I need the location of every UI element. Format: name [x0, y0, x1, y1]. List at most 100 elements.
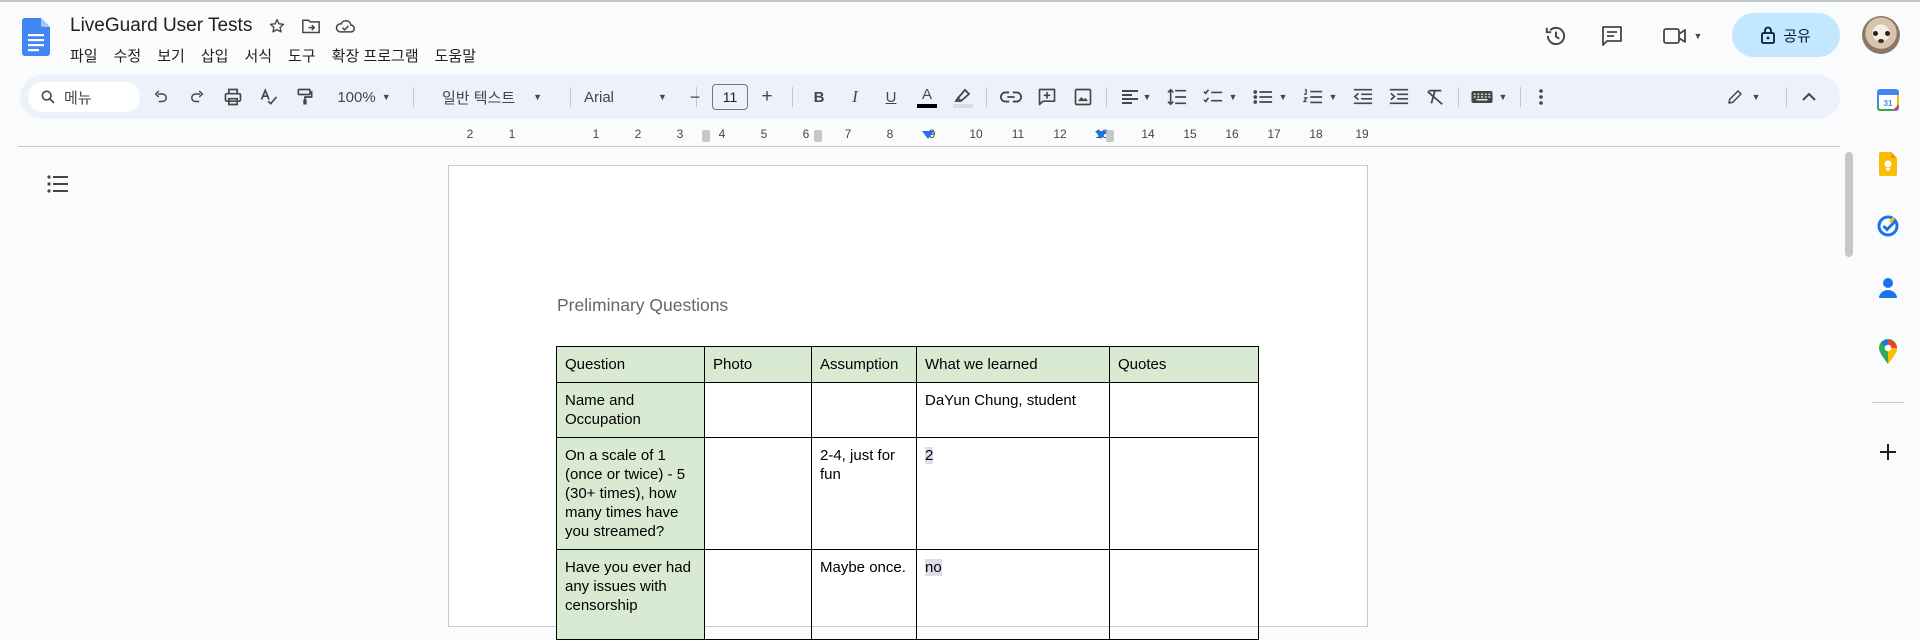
more-options-button[interactable] [1526, 75, 1556, 119]
table-cell[interactable] [1109, 437, 1259, 550]
increase-indent-button[interactable] [1384, 75, 1414, 119]
tasks-icon[interactable] [1872, 210, 1904, 242]
menu-tools[interactable]: 도구 [280, 43, 324, 68]
vertical-scrollbar[interactable] [1845, 152, 1853, 257]
editing-mode-button[interactable]: ▼ [1720, 75, 1766, 119]
decrease-indent-button[interactable] [1348, 75, 1378, 119]
move-folder-icon[interactable] [300, 15, 322, 37]
menu-edit[interactable]: 수정 [106, 43, 150, 68]
document-title[interactable]: LiveGuard User Tests [68, 14, 254, 38]
toolbar-divider [986, 87, 987, 107]
menu-search-input[interactable]: 메뉴 [28, 82, 140, 112]
table-cell[interactable] [704, 437, 812, 550]
ruler-label: 2 [634, 127, 642, 141]
hide-menus-button[interactable] [1794, 75, 1824, 119]
table-cell[interactable]: Have you ever had any issues with censor… [556, 549, 705, 640]
star-icon[interactable] [266, 15, 288, 37]
bold-button[interactable]: B [804, 75, 834, 119]
docs-logo-icon[interactable] [22, 18, 50, 56]
menu-help[interactable]: 도움말 [427, 43, 484, 68]
document-outline-icon[interactable] [46, 172, 70, 196]
style-select[interactable]: 일반 텍스트 ▼ [422, 75, 562, 119]
comments-button[interactable] [1592, 16, 1632, 56]
undo-button[interactable] [146, 75, 176, 119]
ruler-divider [18, 146, 1840, 147]
add-icon[interactable] [1872, 436, 1904, 468]
bulleted-list-button[interactable]: ▼ [1248, 75, 1292, 119]
undo-icon [154, 90, 167, 103]
add-comment-button[interactable] [1032, 75, 1062, 119]
meet-button[interactable]: ▼ [1654, 16, 1710, 56]
ruler-label: 4 [718, 127, 726, 141]
line-spacing-button[interactable] [1162, 75, 1192, 119]
ruler-indent-marker[interactable] [1095, 131, 1107, 139]
maps-icon[interactable] [1872, 336, 1904, 368]
insert-link-button[interactable] [996, 75, 1026, 119]
calendar-icon[interactable]: 31 [1872, 84, 1904, 116]
table-header-cell[interactable]: What we learned [916, 346, 1110, 383]
italic-button[interactable]: I [840, 75, 870, 119]
table-cell[interactable]: no [916, 549, 1110, 640]
menu-view[interactable]: 보기 [149, 43, 193, 68]
ruler-column-marker[interactable] [1106, 130, 1114, 142]
table-header-cell[interactable]: Photo [704, 346, 812, 383]
numbered-list-icon [1302, 89, 1322, 104]
side-panel-divider [1872, 402, 1904, 403]
highlighter-icon [953, 88, 973, 108]
keep-icon[interactable] [1872, 148, 1904, 180]
clear-formatting-button[interactable] [1420, 75, 1450, 119]
table-header-cell[interactable]: Quotes [1109, 346, 1259, 383]
text-color-button[interactable]: A [912, 75, 942, 119]
table-cell[interactable] [811, 382, 917, 438]
font-size-input[interactable]: 11 [712, 84, 748, 110]
decrease-font-size-button[interactable]: − [682, 75, 708, 119]
insert-image-button[interactable] [1068, 75, 1098, 119]
document-page[interactable]: Preliminary Questions Question Photo Ass… [448, 165, 1368, 640]
table-cell[interactable] [1109, 382, 1259, 438]
input-tools-button[interactable]: ▼ [1466, 75, 1512, 119]
menu-format[interactable]: 서식 [236, 43, 280, 68]
table-header-cell[interactable]: Assumption [811, 346, 917, 383]
menu-extensions[interactable]: 확장 프로그램 [324, 43, 427, 68]
align-button[interactable]: ▼ [1116, 75, 1156, 119]
table-cell[interactable] [1109, 549, 1259, 640]
table-header-cell[interactable]: Question [556, 346, 705, 383]
paint-format-button[interactable] [290, 75, 320, 119]
table-cell[interactable]: On a scale of 1 (once or twice) - 5 (30+… [556, 437, 705, 550]
chevron-down-icon: ▼ [1328, 92, 1338, 102]
table-cell[interactable]: Name and Occupation [556, 382, 705, 438]
menu-bar: 파일 수정 보기 삽입 서식 도구 확장 프로그램 도움말 [62, 43, 484, 68]
questions-table[interactable]: Question Photo Assumption What we learne… [556, 346, 1259, 640]
table-cell[interactable]: Maybe once. [811, 549, 917, 640]
spellcheck-icon [260, 88, 278, 105]
version-history-button[interactable] [1536, 16, 1576, 56]
underline-button[interactable]: U [876, 75, 906, 119]
horizontal-ruler[interactable]: 2 1 1 2 3 4 5 6 7 8 9 10 11 12 13 14 15 … [448, 127, 1378, 145]
table-cell[interactable]: 2 [916, 437, 1110, 550]
spellcheck-button[interactable] [254, 75, 284, 119]
print-button[interactable] [218, 75, 248, 119]
font-select[interactable]: Arial ▼ [578, 75, 694, 119]
menu-file[interactable]: 파일 [62, 43, 106, 68]
ruler-label: 2 [466, 127, 474, 141]
table-cell[interactable] [704, 549, 812, 640]
numbered-list-button[interactable]: ▼ [1298, 75, 1342, 119]
highlight-color-button[interactable] [948, 75, 978, 119]
checklist-button[interactable]: ▼ [1198, 75, 1242, 119]
menu-insert[interactable]: 삽입 [193, 43, 237, 68]
ruler-column-marker[interactable] [702, 130, 710, 142]
table-cell[interactable]: 2-4, just for fun [811, 437, 917, 550]
account-avatar[interactable] [1862, 16, 1900, 54]
cloud-saved-icon[interactable] [334, 15, 356, 37]
chevron-up-icon [1802, 92, 1816, 101]
table-cell[interactable] [704, 382, 812, 438]
zoom-select[interactable]: 100% ▼ [324, 75, 404, 119]
increase-font-size-button[interactable]: + [754, 75, 780, 119]
ruler-column-marker[interactable] [814, 130, 822, 142]
share-button[interactable]: 공유 [1732, 13, 1840, 57]
ruler-indent-marker[interactable] [922, 131, 934, 139]
contacts-icon[interactable] [1872, 272, 1904, 304]
table-cell[interactable]: DaYun Chung, student [916, 382, 1110, 438]
title-row: LiveGuard User Tests [68, 14, 356, 38]
redo-button[interactable] [182, 75, 212, 119]
